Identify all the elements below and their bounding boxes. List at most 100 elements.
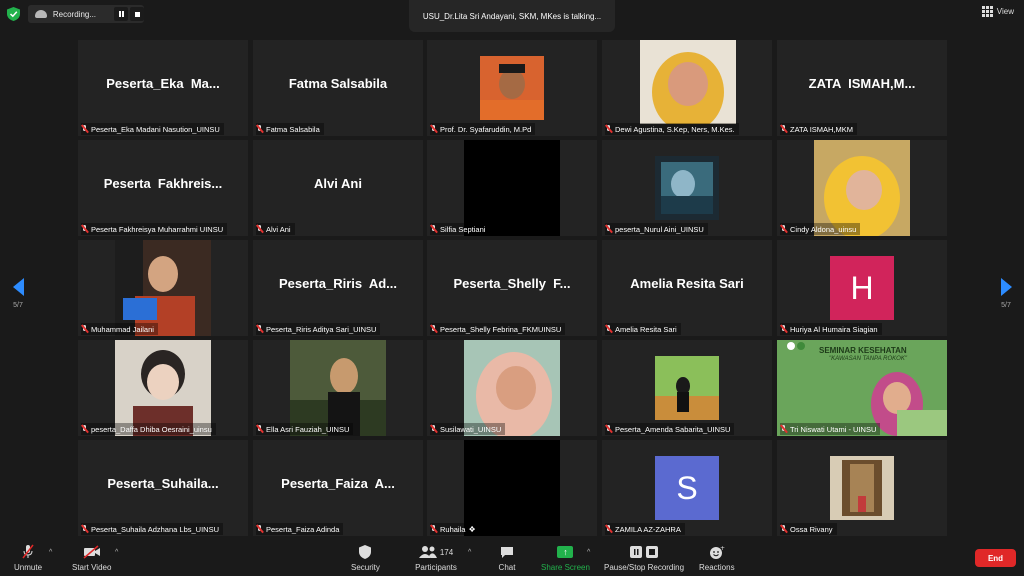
participant-tile[interactable]: Peserta_Suhaila... Peserta_Suhaila Adzha…	[78, 440, 248, 536]
participant-label: Peserta Fakhreisya Muharrahmi UINSU	[91, 224, 224, 234]
participants-count: 174	[439, 547, 454, 557]
participant-tile[interactable]: Dewi Agustina, S.Kep, Ners, M.Kes.	[602, 40, 772, 136]
end-meeting-button[interactable]: End	[975, 549, 1016, 567]
participants-label: Participants	[415, 563, 457, 572]
participant-tile[interactable]: Amelia Resita Sari Amelia Resita Sari	[602, 240, 772, 336]
chat-label: Chat	[498, 563, 516, 572]
pause-icon	[118, 11, 124, 17]
audio-options-caret[interactable]: ^	[49, 549, 52, 556]
muted-mic-icon	[605, 325, 612, 333]
reactions-button[interactable]: + Reactions	[699, 544, 735, 572]
muted-mic-icon	[605, 125, 612, 133]
next-page-button[interactable]: 5/7	[996, 278, 1016, 318]
participants-options-caret[interactable]: ^	[468, 549, 471, 556]
participant-label: Silfia Septiani	[440, 224, 486, 234]
participant-tile[interactable]: Ella Asri Fauziah_UINSU	[253, 340, 423, 436]
participant-label: ZATA ISMAH,MKM	[790, 124, 854, 134]
participant-name-label: Silfia Septiani	[430, 223, 490, 235]
participant-label: Huriya Al Humaira Siagian	[790, 324, 878, 334]
muted-mic-icon	[780, 325, 787, 333]
participant-label: Ruhaila	[440, 524, 466, 534]
participant-display-name: Peserta_Faiza A...	[281, 476, 395, 491]
participant-tile[interactable]: Peserta_Eka Ma... Peserta_Eka Madani Nas…	[78, 40, 248, 136]
participant-tile[interactable]: Fatma Salsabila Fatma Salsabila	[253, 40, 423, 136]
security-shield-icon[interactable]	[7, 7, 20, 21]
muted-mic-icon	[18, 544, 38, 560]
participant-tile[interactable]: SEMINAR KESEHATAN "KAWASAN TANPA ROKOK" …	[777, 340, 947, 436]
participant-name-label: Cindy Aldona_uinsu	[780, 223, 861, 235]
participant-avatar: H	[830, 256, 894, 320]
participant-tile[interactable]: S ZAMILA AZ-ZAHRA	[602, 440, 772, 536]
video-options-caret[interactable]: ^	[115, 549, 118, 556]
participant-video	[464, 140, 560, 236]
participant-name-label: Amelia Resita Sari	[605, 323, 681, 335]
share-options-caret[interactable]: ^	[587, 549, 590, 556]
participant-name-label: Tri Niswati Utami - UINSU	[780, 423, 881, 435]
participant-name-label: Huriya Al Humaira Siagian	[780, 323, 882, 335]
seminar-banner-subtitle: "KAWASAN TANPA ROKOK"	[829, 356, 907, 362]
start-video-button[interactable]: Start Video	[72, 544, 111, 572]
participant-photo	[480, 56, 544, 120]
participant-tile[interactable]: Cindy Aldona_uinsu	[777, 140, 947, 236]
stop-recording-button[interactable]	[130, 7, 144, 21]
view-button[interactable]: View	[981, 6, 1014, 17]
participant-label: Peserta_Amenda Sabarita_UINSU	[615, 424, 731, 434]
recording-indicator: Recording...	[28, 5, 144, 23]
participant-label: Peserta_Shelly Febrina_FKMUINSU	[440, 324, 562, 334]
participant-tile[interactable]: Silfia Septiani	[427, 140, 597, 236]
participant-tile[interactable]: Ossa Rivany	[777, 440, 947, 536]
muted-mic-icon	[81, 525, 88, 533]
participant-display-name: Peserta Fakhreis...	[103, 176, 223, 191]
participants-button[interactable]: 174 Participants	[414, 544, 458, 572]
participant-display-name: Peserta_Eka Ma...	[106, 76, 220, 91]
participant-tile[interactable]: peserta_Nurul Aini_UINSU	[602, 140, 772, 236]
participant-label: Cindy Aldona_uinsu	[790, 224, 857, 234]
participant-label: Peserta_Eka Madani Nasution_UINSU	[91, 124, 220, 134]
participant-tile[interactable]: Peserta_Riris Ad... Peserta_Riris Aditya…	[253, 240, 423, 336]
participant-tile[interactable]: Peserta_Amenda Sabarita_UINSU	[602, 340, 772, 436]
participant-photo	[814, 140, 910, 236]
participant-name-label: Alvi Ani	[256, 223, 295, 235]
participant-tile[interactable]: Peserta_Faiza A... Peserta_Faiza Adinda	[253, 440, 423, 536]
participant-name-label: peserta_Nurul Aini_UINSU	[605, 223, 708, 235]
arrow-right-icon	[1000, 278, 1012, 296]
participant-tile[interactable]: Peserta_Shelly F... Peserta_Shelly Febri…	[427, 240, 597, 336]
pause-recording-button[interactable]	[114, 7, 129, 21]
muted-mic-icon	[780, 425, 787, 433]
participant-tile[interactable]: Susilawati_UINSU	[427, 340, 597, 436]
chat-button[interactable]: Chat	[497, 544, 517, 572]
participant-label: peserta_Daffa Dhiba Oesraini_uinsu	[91, 424, 212, 434]
recording-label: Recording...	[52, 9, 97, 19]
muted-mic-icon	[256, 325, 263, 333]
participant-label: Amelia Resita Sari	[615, 324, 677, 334]
participant-tile[interactable]: Muhammad Jailani	[78, 240, 248, 336]
pause-stop-recording-label: Pause/Stop Recording	[604, 563, 685, 572]
gallery-grid-icon	[981, 6, 993, 17]
participant-name-label: Prof. Dr. Syafaruddin, M.Pd	[430, 123, 536, 135]
participant-name-label: Ruhaila ❖	[430, 523, 480, 535]
shield-icon	[355, 544, 375, 560]
participant-tile[interactable]: H Huriya Al Humaira Siagian	[777, 240, 947, 336]
pause-stop-recording-button[interactable]: Pause/Stop Recording	[604, 544, 684, 572]
participant-tile[interactable]: Alvi Ani Alvi Ani	[253, 140, 423, 236]
participant-name-label: Susilawati_UINSU	[430, 423, 506, 435]
chat-bubble-icon	[497, 544, 517, 560]
security-button[interactable]: Security	[351, 544, 380, 572]
participant-tile[interactable]: ZATA ISMAH,M... ZATA ISMAH,MKM	[777, 40, 947, 136]
participant-tile[interactable]: Prof. Dr. Syafaruddin, M.Pd	[427, 40, 597, 136]
participant-name-label: Peserta Fakhreisya Muharrahmi UINSU	[81, 223, 228, 235]
participant-display-name: Amelia Resita Sari	[630, 276, 744, 291]
participant-tile[interactable]: peserta_Daffa Dhiba Oesraini_uinsu	[78, 340, 248, 436]
participant-name-label: Ossa Rivany	[780, 523, 837, 535]
participant-name-label: Peserta_Shelly Febrina_FKMUINSU	[430, 323, 566, 335]
muted-mic-icon	[430, 325, 437, 333]
share-screen-button[interactable]: ↑ Share Screen	[541, 544, 590, 572]
participant-tile[interactable]: Peserta Fakhreis... Peserta Fakhreisya M…	[78, 140, 248, 236]
previous-page-button[interactable]: 5/7	[8, 278, 28, 318]
unmute-button[interactable]: Unmute	[14, 544, 42, 572]
participant-name-label: Dewi Agustina, S.Kep, Ners, M.Kes.	[605, 123, 739, 135]
participant-display-name: Peserta_Shelly F...	[453, 276, 571, 291]
participant-video	[464, 440, 560, 536]
participant-display-name: Peserta_Suhaila...	[107, 476, 219, 491]
participant-tile[interactable]: Ruhaila ❖	[427, 440, 597, 536]
